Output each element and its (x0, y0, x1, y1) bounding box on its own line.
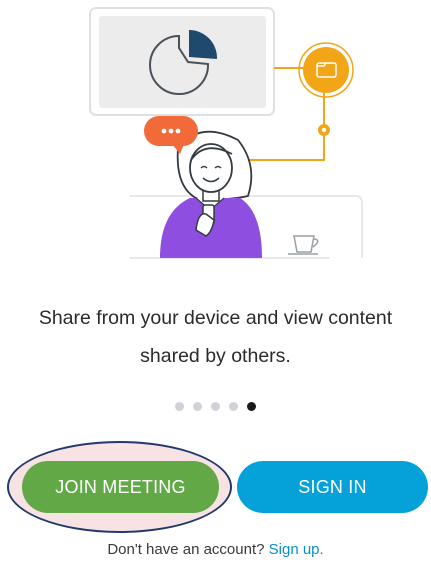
coffee-cup-icon (288, 235, 319, 255)
folder-circle (303, 47, 349, 93)
page-indicator (0, 402, 431, 411)
message-line-1: Share from your device and view content (38, 307, 393, 329)
page-dot[interactable] (229, 402, 238, 411)
sign-in-button[interactable]: SIGN IN (237, 461, 428, 513)
page-dot-active[interactable] (247, 402, 256, 411)
page-dot[interactable] (211, 402, 220, 411)
signup-prompt: Don't have an account? (107, 541, 265, 558)
person-figure (160, 130, 262, 258)
signup-footer: Don't have an account? Sign up. (0, 541, 431, 558)
message-line-2: shared by others. (140, 345, 291, 367)
share-content-illustration (89, 7, 363, 259)
sign-up-link[interactable]: Sign up. (269, 541, 324, 558)
onboarding-message: Share from your device and view content … (0, 299, 431, 375)
join-meeting-button[interactable]: JOIN MEETING (22, 461, 219, 513)
page-dot[interactable] (175, 402, 184, 411)
onboarding-screen: Share from your device and view content … (0, 0, 431, 562)
page-dot[interactable] (193, 402, 202, 411)
sign-in-label: SIGN IN (298, 476, 367, 497)
join-meeting-label: JOIN MEETING (55, 476, 186, 497)
